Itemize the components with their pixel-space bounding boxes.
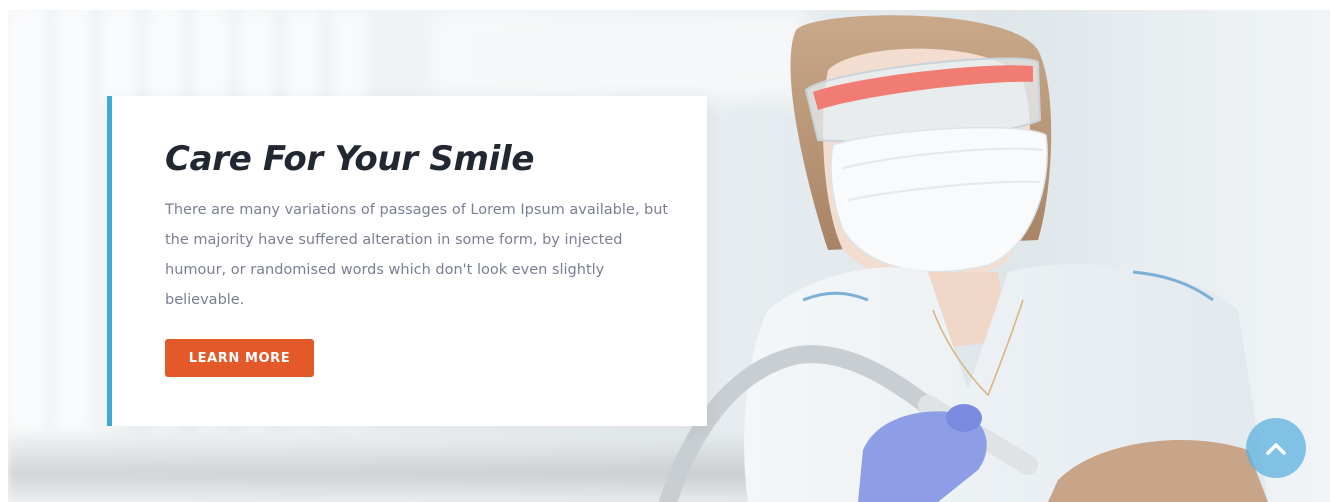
dentist-image xyxy=(659,15,1268,502)
hero-card: Care For Your Smile There are many varia… xyxy=(107,96,707,426)
hero-description: There are many variations of passages of… xyxy=(165,202,669,308)
chevron-up-icon xyxy=(1266,443,1286,455)
hero-title: Care For Your Smile xyxy=(165,139,535,179)
scroll-to-top-button[interactable] xyxy=(1246,418,1306,478)
learn-more-button[interactable]: LEARN MORE xyxy=(165,339,314,377)
hero-banner: Care For Your Smile There are many varia… xyxy=(8,10,1330,502)
